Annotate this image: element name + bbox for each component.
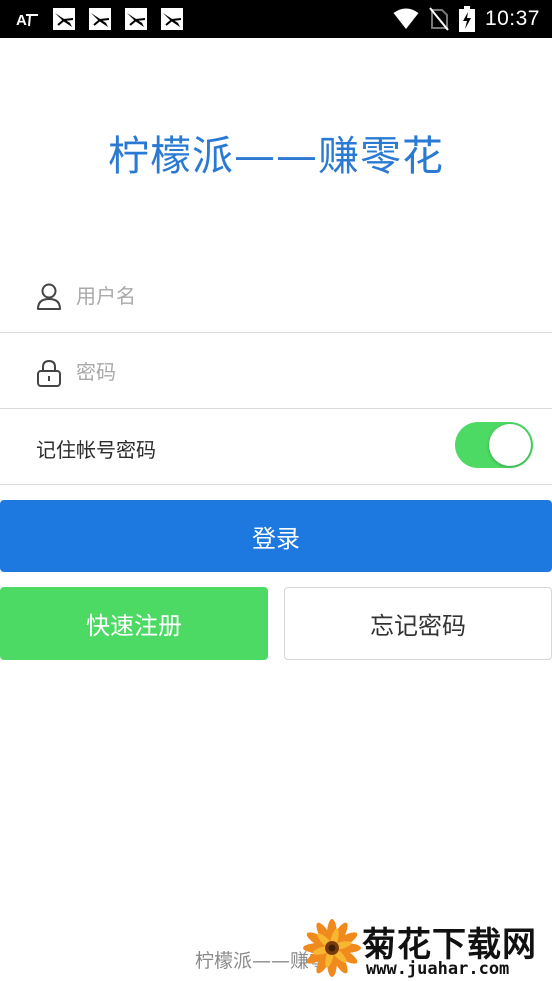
no-sim-icon (429, 7, 449, 31)
status-time: 10:37 (484, 7, 540, 30)
remember-label: 记住帐号密码 (36, 438, 156, 462)
lock-icon (36, 359, 62, 387)
app-title: 柠檬派——赚零花 (108, 132, 444, 180)
password-input[interactable] (76, 350, 516, 394)
status-system: 10:37 (383, 5, 540, 33)
battery-charging-icon (458, 6, 475, 32)
password-row (0, 334, 552, 409)
register-button[interactable]: 快速注册 (0, 587, 268, 660)
user-icon (36, 283, 62, 311)
remember-row: 记住帐号密码 (0, 410, 552, 485)
toggle-knob (489, 424, 531, 466)
flower-logo-icon (302, 917, 362, 979)
username-input[interactable] (76, 274, 516, 318)
status-notifications: A (14, 7, 196, 31)
forgot-password-button[interactable]: 忘记密码 (284, 587, 552, 660)
app-notification-icon (160, 7, 184, 31)
remember-toggle[interactable] (455, 422, 533, 468)
login-button[interactable]: 登录 (0, 500, 552, 572)
wifi-icon (393, 8, 419, 30)
username-row (0, 258, 552, 333)
app-notification-icon (124, 7, 148, 31)
app-notification-icon (52, 7, 76, 31)
watermark-url: www.juahar.com (366, 959, 510, 979)
login-screen: A 10:37 柠檬派——赚零花 用户名 记住帐号密码 登录 快速注册 忘记密码… (0, 0, 552, 981)
font-accessibility-icon: A (14, 7, 42, 31)
status-bar: A 10:37 (0, 0, 552, 38)
svg-text:A: A (16, 12, 27, 29)
watermark: 菊花下载网 www.juahar.com (300, 915, 552, 981)
app-notification-icon (88, 7, 112, 31)
